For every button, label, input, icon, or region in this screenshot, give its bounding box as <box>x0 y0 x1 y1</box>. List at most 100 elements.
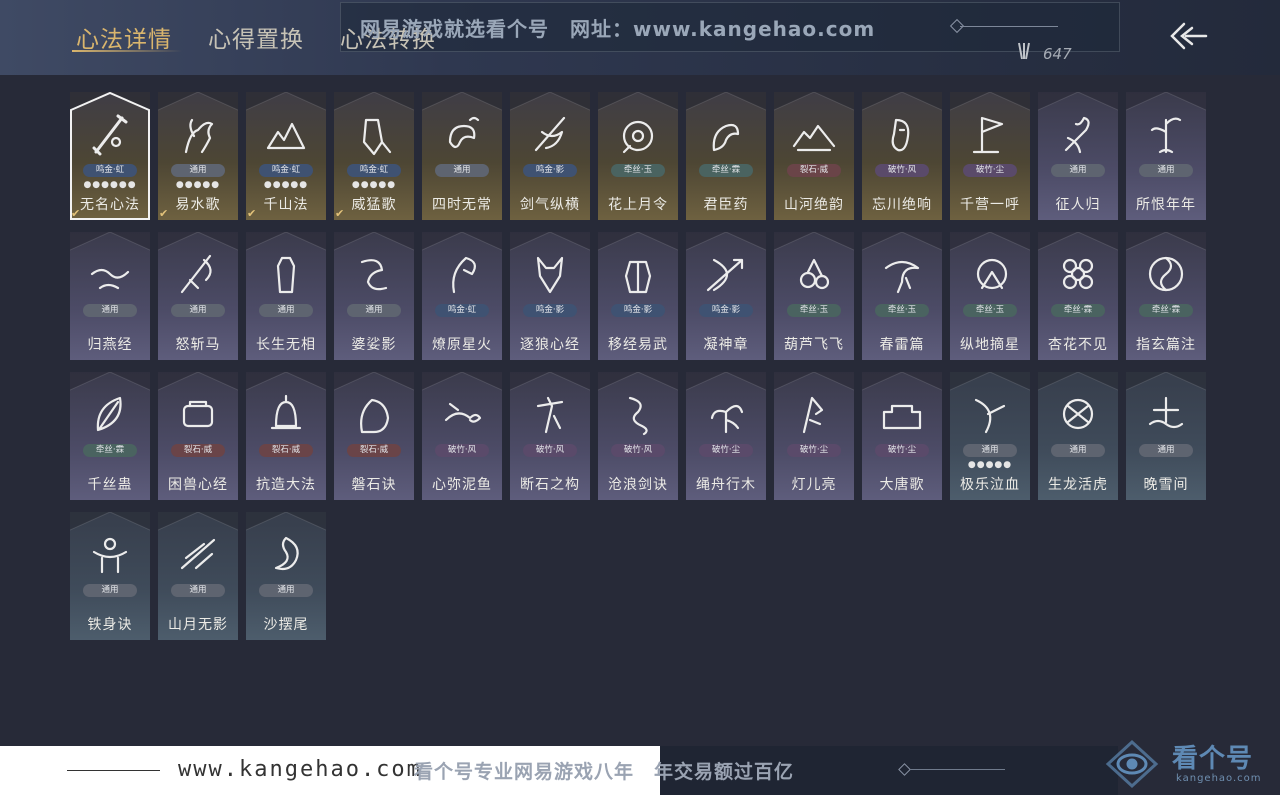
card-name: 磐石诀 <box>351 477 397 493</box>
xinfa-card[interactable]: 通用 晚雪间 <box>1126 372 1206 500</box>
school-tag: 鸣金·影 <box>699 304 753 317</box>
school-tag: 鸣金·影 <box>611 304 665 317</box>
school-tag: 通用 <box>1051 444 1105 457</box>
back-button[interactable] <box>1166 20 1210 52</box>
school-tag: 通用 <box>1051 164 1105 177</box>
lamp-icon <box>802 396 824 434</box>
tab-xinde-exchange[interactable]: 心得置换 <box>208 20 304 54</box>
rank-dots: ●●●●● <box>967 460 1013 470</box>
xinfa-card[interactable]: 裂石·威磐石诀 <box>334 372 414 500</box>
xinfa-card[interactable]: 破竹·尘 灯儿亮 <box>774 372 854 500</box>
xinfa-card[interactable]: 牵丝·玉纵地摘星 <box>950 232 1030 360</box>
school-tag: 牵丝·霖 <box>699 164 753 177</box>
school-tag: 裂石·威 <box>347 444 401 457</box>
xinfa-card[interactable]: 破竹·风 心弥泥鱼 <box>422 372 502 500</box>
school-tag: 牵丝·玉 <box>875 304 929 317</box>
xinfa-card[interactable]: 牵丝·霖 杏花不见 <box>1038 232 1118 360</box>
school-tag: 通用 <box>259 304 313 317</box>
xinfa-card[interactable]: 通用 铁身诀 <box>70 512 150 640</box>
card-name: 君臣药 <box>703 197 749 213</box>
xinfa-card[interactable]: 通用 怒斩马 <box>158 232 238 360</box>
xinfa-card[interactable]: 通用 ●●●●● 易水歌 ✔ <box>158 92 238 220</box>
card-name: 忘川绝响 <box>872 197 932 213</box>
blossom-icon <box>1062 258 1094 290</box>
xinfa-card[interactable]: 通用 生龙活虎 <box>1038 372 1118 500</box>
watermark-top-text: 网易游戏就选看个号 网址：www.kangehao.com <box>360 17 876 41</box>
school-tag: 牵丝·玉 <box>963 304 1017 317</box>
xinfa-card[interactable]: 破竹·尘 绳舟行木 <box>686 372 766 500</box>
xinfa-card[interactable]: 牵丝·玉 葫芦飞飞 <box>774 232 854 360</box>
xinfa-card[interactable]: 鸣金·影 逐狼心经 <box>510 232 590 360</box>
xinfa-card[interactable]: 通用 长生无相 <box>246 232 326 360</box>
xinfa-card[interactable]: 鸣金·虹 ●●●●●● 无名心法 ✔ <box>70 92 150 220</box>
xinfa-card[interactable]: 通用 沙摆尾 <box>246 512 326 640</box>
xinfa-card[interactable]: 通用 ●●●●● 极乐泣血 <box>950 372 1030 500</box>
xinfa-card[interactable]: 鸣金·虹 燎原星火 <box>422 232 502 360</box>
flag-icon <box>972 116 1004 154</box>
equipped-check-icon: ✔ <box>335 207 345 220</box>
storm-icon <box>884 260 920 294</box>
tab-xinfa-details[interactable]: 心法详情 <box>76 20 172 54</box>
card-name: 灯儿亮 <box>791 477 837 493</box>
xinfa-card[interactable]: 鸣金·影 剑气纵横 <box>510 92 590 220</box>
school-tag: 鸣金·虹 <box>435 304 489 317</box>
card-name: 长生无相 <box>256 337 316 353</box>
school-tag: 破竹·尘 <box>875 444 929 457</box>
wall-icon <box>882 404 922 430</box>
xinfa-card[interactable]: 鸣金·虹 ●●●●● 千山法 ✔ <box>246 92 326 220</box>
xinfa-card[interactable]: 破竹·风忘川绝响 <box>862 92 942 220</box>
xinfa-card[interactable]: 破竹·尘大唐歌 <box>862 372 942 500</box>
xinfa-card[interactable]: 破竹·风 断石之构 <box>510 372 590 500</box>
glaive-icon <box>180 254 212 294</box>
currency-display: 647 <box>1015 41 1072 66</box>
xinfa-card[interactable]: 通用 四时无常 <box>422 92 502 220</box>
xinfa-card[interactable]: 通用 征人归 <box>1038 92 1118 220</box>
card-name: 剑气纵横 <box>520 197 580 213</box>
xinfa-card[interactable]: 鸣金·影移经易武 <box>598 232 678 360</box>
xinfa-card[interactable]: 裂石·威 山河绝韵 <box>774 92 854 220</box>
armor-icon <box>624 260 652 294</box>
xinfa-card[interactable]: 牵丝·玉 花上月令 <box>598 92 678 220</box>
serpent-icon <box>628 396 648 436</box>
school-tag: 破竹·风 <box>875 164 929 177</box>
xinfa-card[interactable]: 鸣金·影 凝神章 <box>686 232 766 360</box>
xinfa-card[interactable]: 鸣金·虹 ●●●●● 威猛歌 ✔ <box>334 92 414 220</box>
currency-value: 647 <box>1043 44 1072 63</box>
xinfa-card[interactable]: 破竹·尘 千营一呼 <box>950 92 1030 220</box>
arrow-fan-icon <box>1015 41 1033 66</box>
xinfa-card[interactable]: 通用 归燕经 <box>70 232 150 360</box>
warrior-icon <box>536 396 564 434</box>
school-tag: 牵丝·霖 <box>1051 304 1105 317</box>
xinfa-card[interactable]: 牵丝·霖君臣药 <box>686 92 766 220</box>
card-name: 极乐泣血 <box>960 477 1020 493</box>
card-name: 千山法 <box>263 197 309 213</box>
school-tag: 破竹·尘 <box>699 444 753 457</box>
rank-dots: ●●●●● <box>263 180 309 190</box>
xinfa-card[interactable]: 牵丝·霖 千丝蛊 <box>70 372 150 500</box>
card-name: 大唐歌 <box>879 477 925 493</box>
card-name: 移经易武 <box>608 337 668 353</box>
xinfa-card[interactable]: 通用 山月无影 <box>158 512 238 640</box>
school-tag: 通用 <box>171 164 225 177</box>
card-name: 怒斩马 <box>175 337 221 353</box>
xinfa-card[interactable]: 裂石·威 困兽心经 <box>158 372 238 500</box>
card-name: 沧浪剑诀 <box>608 477 668 493</box>
card-name: 威猛歌 <box>351 197 397 213</box>
card-name: 春雷篇 <box>879 337 925 353</box>
school-tag: 破竹·风 <box>435 444 489 457</box>
xinfa-card[interactable]: 牵丝·玉春雷篇 <box>862 232 942 360</box>
school-tag: 牵丝·霖 <box>83 444 137 457</box>
card-name: 纵地摘星 <box>960 337 1020 353</box>
ornament-line <box>960 26 1058 27</box>
school-tag: 裂石·威 <box>787 164 841 177</box>
card-name: 断石之构 <box>520 477 580 493</box>
xinfa-card[interactable]: 破竹·风 沧浪剑诀 <box>598 372 678 500</box>
school-tag: 鸣金·影 <box>523 304 577 317</box>
card-name: 征人归 <box>1055 197 1101 213</box>
xinfa-card[interactable]: 通用 所恨年年 <box>1126 92 1206 220</box>
xinfa-card[interactable]: 裂石·威 抗造大法 <box>246 372 326 500</box>
xinfa-card[interactable]: 牵丝·霖 指玄篇注 <box>1126 232 1206 360</box>
school-tag: 通用 <box>435 164 489 177</box>
xinfa-card[interactable]: 通用 婆娑影 <box>334 232 414 360</box>
school-tag: 破竹·尘 <box>963 164 1017 177</box>
